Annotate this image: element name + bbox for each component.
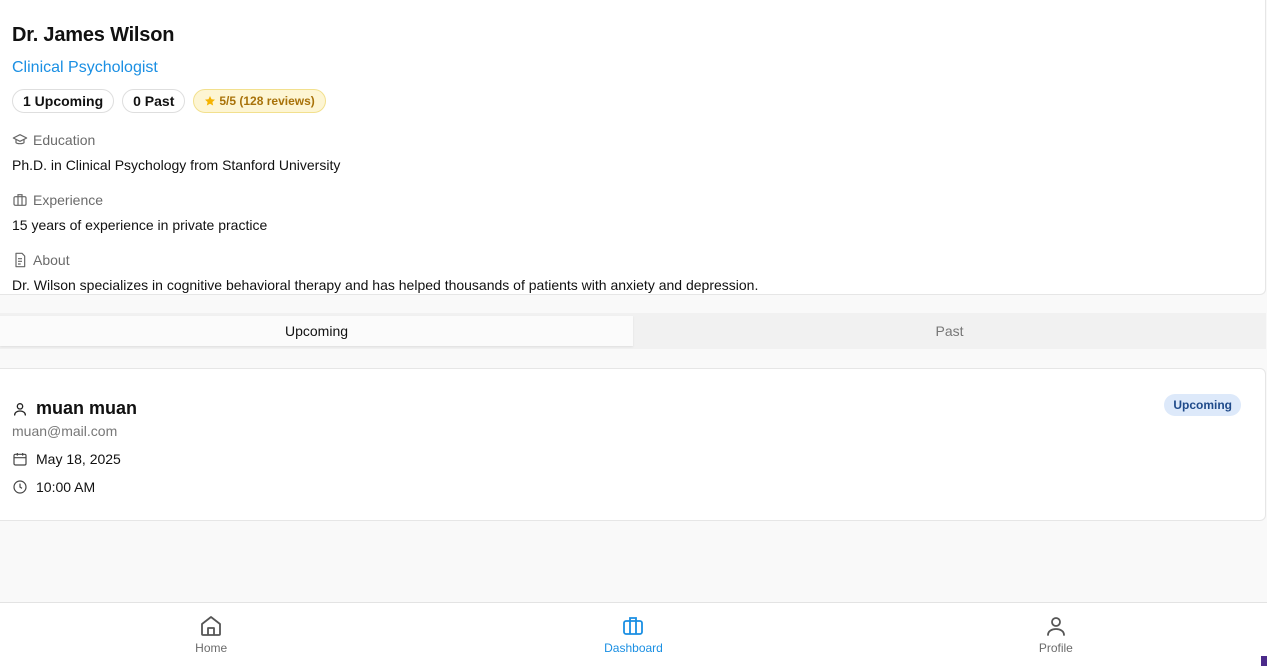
- nav-dashboard[interactable]: Dashboard: [422, 603, 844, 666]
- rating-chip: 5/5 (128 reviews): [193, 89, 326, 113]
- briefcase-icon: [12, 192, 28, 208]
- education-label: Education: [12, 132, 95, 148]
- appointment-time: 10:00 AM: [36, 479, 96, 495]
- appointment-date: May 18, 2025: [36, 451, 121, 467]
- window-corner: [1261, 656, 1267, 666]
- home-icon: [199, 614, 223, 638]
- tab-past[interactable]: Past: [633, 316, 1266, 346]
- patient-email: muan@mail.com: [12, 423, 118, 439]
- patient-name: muan muan: [36, 398, 138, 418]
- nav-profile[interactable]: Profile: [845, 603, 1267, 666]
- rating-text: 5/5 (128 reviews): [219, 94, 315, 108]
- experience-label: Experience: [12, 192, 103, 208]
- past-count-chip: 0 Past: [122, 89, 186, 113]
- appointment-card[interactable]: muan muan muan@mail.com May 18, 2025 10:…: [0, 368, 1266, 521]
- appointment-tabs: Upcoming Past: [0, 313, 1266, 349]
- star-icon: [204, 95, 216, 107]
- bottom-navigation: Home Dashboard Profile: [0, 602, 1267, 666]
- about-text: Dr. Wilson specializes in cognitive beha…: [12, 277, 759, 293]
- clock-icon: [12, 479, 28, 495]
- stats-chips: 1 Upcoming 0 Past 5/5 (128 reviews): [12, 89, 326, 113]
- nav-profile-label: Profile: [1038, 641, 1073, 655]
- status-badge: Upcoming: [1164, 394, 1241, 416]
- tab-upcoming[interactable]: Upcoming: [0, 316, 633, 346]
- about-label: About: [12, 252, 70, 268]
- calendar-icon: [12, 451, 28, 467]
- education-text: Ph.D. in Clinical Psychology from Stanfo…: [12, 157, 341, 173]
- doctor-title: Clinical Psychologist: [12, 59, 158, 76]
- appointment-date-row: May 18, 2025: [12, 451, 121, 467]
- nav-dashboard-label: Dashboard: [604, 641, 663, 655]
- briefcase-icon: [621, 614, 645, 638]
- document-icon: [12, 252, 28, 268]
- patient-name-row: muan muan: [12, 398, 137, 419]
- doctor-name: Dr. James Wilson: [12, 24, 175, 46]
- user-icon: [1044, 614, 1068, 638]
- appointment-time-row: 10:00 AM: [12, 479, 95, 495]
- nav-home[interactable]: Home: [0, 603, 422, 666]
- experience-text: 15 years of experience in private practi…: [12, 217, 268, 233]
- upcoming-count-chip: 1 Upcoming: [12, 89, 115, 113]
- doctor-profile-card: Dr. James Wilson Clinical Psychologist 1…: [0, 0, 1266, 295]
- user-icon: [12, 401, 28, 417]
- graduation-cap-icon: [12, 132, 28, 148]
- nav-home-label: Home: [195, 641, 228, 655]
